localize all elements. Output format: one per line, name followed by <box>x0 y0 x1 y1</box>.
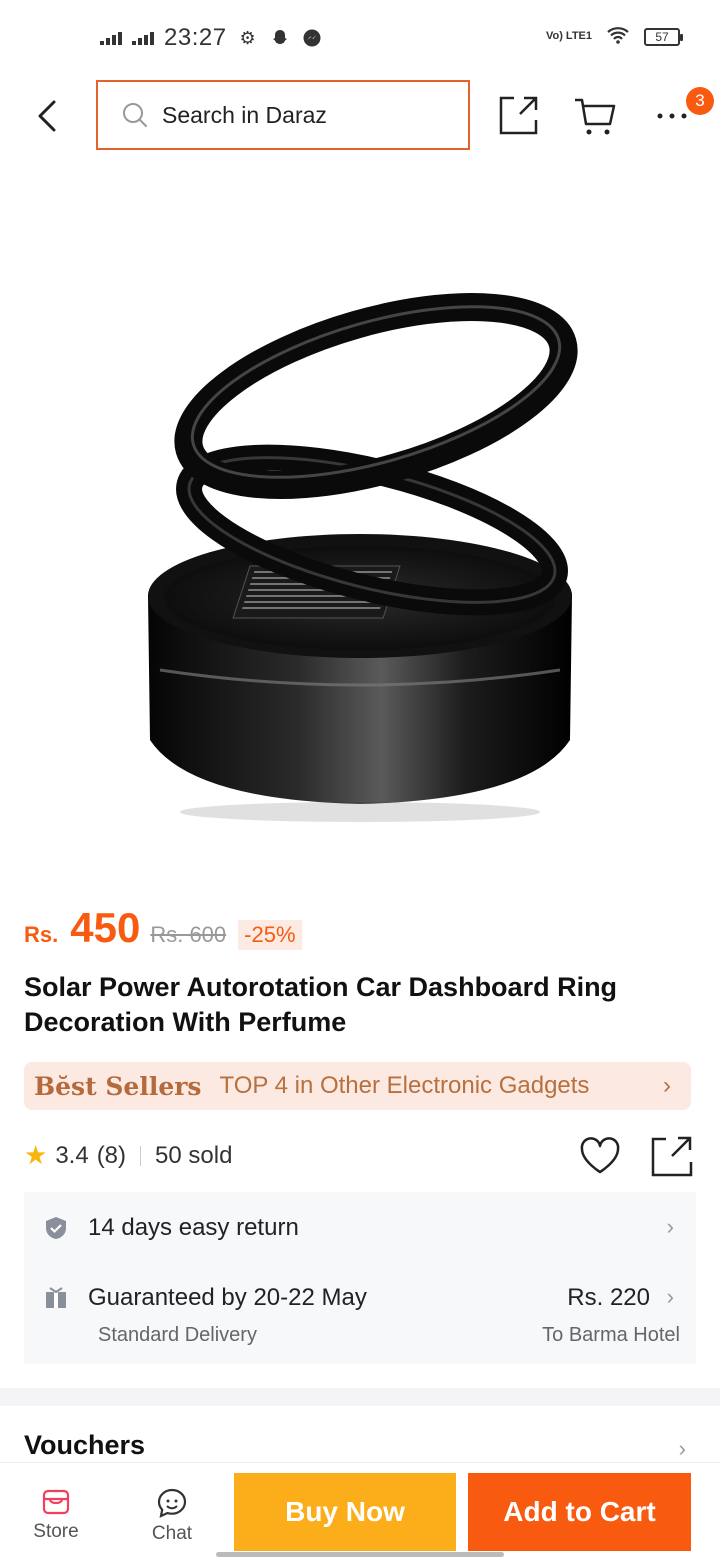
product-image[interactable] <box>60 200 660 880</box>
current-price: 450 <box>70 904 141 951</box>
rating-count: (8) <box>96 1141 127 1169</box>
rating-value: 3.4 <box>55 1141 89 1169</box>
delivery-guarantee: Guaranteed by 20-22 May <box>88 1284 367 1311</box>
search-input[interactable]: Search in Daraz <box>96 80 470 150</box>
chevron-right-icon: › <box>678 1436 686 1461</box>
status-right: Vo) LTE1 57 <box>545 26 683 47</box>
chat-label: Chat <box>151 1523 193 1544</box>
search-icon <box>123 103 147 127</box>
volte-indicator: Vo) LTE1 <box>545 30 592 42</box>
header: Search in Daraz 3 <box>0 76 720 156</box>
delivery-fee: Rs. 220 <box>567 1284 650 1311</box>
product-title: Solar Power Autorotation Car Dashboard R… <box>24 972 618 1037</box>
back-button[interactable] <box>28 92 68 140</box>
status-bar: 23:27 ⚙ Vo) LTE1 57 <box>0 0 720 76</box>
settings-icon: ⚙ <box>239 27 256 48</box>
section-divider <box>0 1388 720 1406</box>
delivery-type: Standard Delivery <box>98 1324 257 1346</box>
chevron-left-icon <box>38 100 56 132</box>
signal-2-icon <box>132 31 154 45</box>
status-time: 23:27 <box>164 24 227 51</box>
share-product-button[interactable] <box>650 1134 694 1178</box>
signal-icon <box>100 31 122 45</box>
price-row: Rs. 450 Rs. 600 -25% <box>24 904 302 952</box>
bottom-action-bar: Store Chat Buy Now Add to Cart <box>0 1462 720 1560</box>
cart-button[interactable] <box>572 92 618 138</box>
best-sellers-logo: Bĕst Sellers <box>34 1071 202 1101</box>
search-placeholder: Search in Daraz <box>162 101 327 128</box>
messenger-icon <box>301 27 323 49</box>
share-icon <box>499 96 538 135</box>
add-to-cart-button[interactable]: Add to Cart <box>468 1473 691 1551</box>
vouchers-heading[interactable]: Vouchers <box>24 1430 145 1461</box>
wifi-icon <box>606 26 630 47</box>
chevron-right-icon: › <box>666 1284 674 1309</box>
delivery-location: To Barma Hotel <box>542 1324 680 1346</box>
chevron-right-icon: › <box>666 1214 674 1239</box>
home-indicator[interactable] <box>216 1552 504 1557</box>
star-icon: ★ <box>24 1140 48 1170</box>
chat-button[interactable]: Chat <box>132 1487 212 1545</box>
return-policy-row[interactable]: 14 days easy return › <box>24 1192 696 1264</box>
heart-icon <box>580 1137 620 1174</box>
chat-icon <box>157 1488 187 1518</box>
best-sellers-banner[interactable]: Bĕst Sellers TOP 4 in Other Electronic G… <box>24 1062 691 1110</box>
sold-count: 50 sold <box>155 1141 233 1169</box>
rating-row[interactable]: ★ 3.4 (8) 50 sold <box>24 1140 232 1171</box>
wishlist-button[interactable] <box>578 1134 622 1178</box>
original-price: Rs. 600 <box>150 922 227 947</box>
chevron-right-icon: › <box>663 1072 671 1099</box>
best-sellers-rank: TOP 4 in Other Electronic Gadgets <box>219 1072 590 1099</box>
currency-label: Rs. <box>24 922 59 947</box>
share-icon <box>651 1136 693 1177</box>
return-policy-text: 14 days easy return <box>88 1214 299 1241</box>
store-label: Store <box>33 1521 79 1542</box>
battery-icon: 57 <box>644 27 683 46</box>
store-icon <box>42 1489 70 1515</box>
shield-icon <box>46 1217 66 1239</box>
cart-icon <box>575 98 616 135</box>
snapchat-icon <box>269 27 291 49</box>
rating-separator <box>140 1145 142 1166</box>
share-button[interactable] <box>496 92 542 138</box>
package-icon <box>46 1287 66 1308</box>
delivery-row[interactable]: Guaranteed by 20-22 May Rs. 220 › Standa… <box>24 1268 696 1358</box>
status-left: 23:27 ⚙ <box>100 24 323 52</box>
service-box: 14 days easy return › Guaranteed by 20-2… <box>24 1192 696 1364</box>
buy-now-button[interactable]: Buy Now <box>234 1473 456 1551</box>
store-button[interactable]: Store <box>16 1487 96 1543</box>
discount-badge: -25% <box>238 920 302 950</box>
cart-badge: 3 <box>686 87 714 115</box>
